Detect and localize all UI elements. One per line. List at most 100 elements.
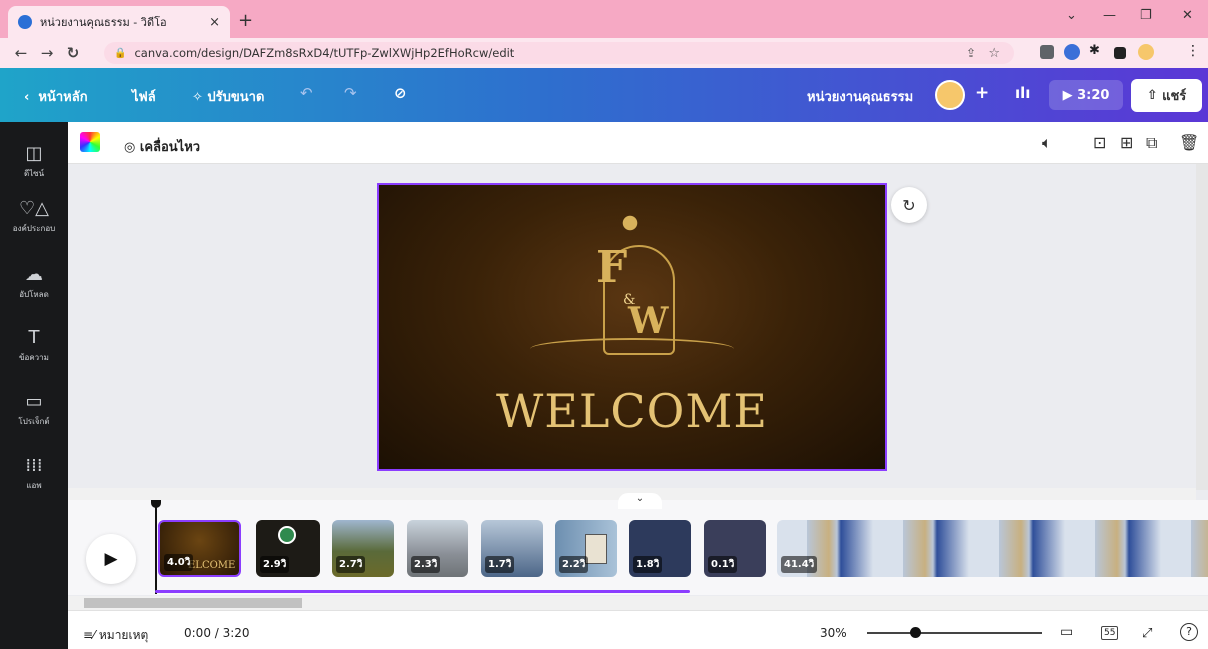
timeline-clip[interactable]: 2.9วิ <box>256 520 320 577</box>
clip-duration: 2.7วิ <box>336 556 366 573</box>
extensions-puzzle-icon[interactable]: ✱ <box>1089 43 1105 59</box>
browser-tab-strip: หน่วยงานคุณธรรม - วิดีโอ × + ⌄ — ❐ ✕ <box>0 0 1208 38</box>
zoom-slider-track[interactable] <box>867 632 1042 634</box>
clip-duration: 2.9วิ <box>260 556 290 573</box>
share-button[interactable]: ⇧ แชร์ <box>1131 79 1202 112</box>
timeline-scroll-thumb[interactable] <box>84 598 302 608</box>
clip-duration: 1.8วิ <box>633 556 663 573</box>
monogram-w: W <box>628 300 669 342</box>
element-toolbar <box>68 122 1208 164</box>
maximize-button[interactable]: ❐ <box>1140 8 1152 23</box>
add-collaborator-icon[interactable]: + <box>975 83 989 103</box>
clip-caption: ELCOME <box>188 560 236 571</box>
timeline-clip[interactable]: 1.7วิ <box>481 520 543 577</box>
back-arrow-icon[interactable]: ← <box>8 44 34 62</box>
play-triangle-icon: ▶ <box>1062 87 1078 103</box>
background-color-button[interactable] <box>80 132 100 152</box>
sidebar-item-design[interactable]: ◫ ดีไซน์ <box>0 144 68 180</box>
resize-button[interactable]: ✧ ปรับขนาด <box>192 86 264 107</box>
file-menu[interactable]: ไฟล์ <box>132 86 156 107</box>
lock-element-icon[interactable]: ⊡ <box>1093 133 1106 152</box>
sidebar-item-apps[interactable]: ⁞⁞⁞ แอพ <box>0 456 68 492</box>
zoom-percent[interactable]: 30% <box>820 626 847 640</box>
insights-chart-icon[interactable]: ılı <box>1015 84 1030 102</box>
share-page-icon[interactable]: ⇪ <box>966 46 976 60</box>
magic-refresh-button[interactable]: ↻ <box>891 187 927 223</box>
lock-icon: 🔒 <box>114 47 127 59</box>
sidebar-item-text[interactable]: T ข้อความ <box>0 328 68 364</box>
timeline-clip[interactable]: 41.4วิ <box>777 520 1208 577</box>
sidebar-item-uploads[interactable]: ☁ อัปโหลด <box>0 265 68 301</box>
ornament-crown <box>612 208 648 238</box>
elements-icon: ♡△ <box>19 198 49 219</box>
minimize-button[interactable]: — <box>1103 8 1116 23</box>
notes-button[interactable]: ≡⁄ หมายเหตุ <box>83 626 148 645</box>
clip-duration: 1.7วิ <box>485 556 515 573</box>
page-count-badge[interactable]: 55 <box>1101 626 1119 640</box>
tab-search-icon[interactable]: ⌄ <box>1066 8 1077 23</box>
monogram-f: F <box>596 242 628 293</box>
url-field[interactable]: 🔒 canva.com/design/DAFZm8sRxD4/tUTFp-Zwl… <box>104 42 1014 64</box>
timeline-clip[interactable]: 0.1วิ <box>704 520 766 577</box>
timeline-playhead[interactable] <box>151 500 161 594</box>
duplicate-page-icon[interactable]: ⧉ <box>1146 133 1157 153</box>
fullscreen-icon[interactable]: ⤢ <box>1142 626 1152 641</box>
canva-header: ‹ หน้าหลัก ไฟล์ ✧ ปรับขนาด ↶ ↷ ⊘ หน่วยงา… <box>0 68 1208 122</box>
forward-arrow-icon[interactable]: → <box>34 44 60 62</box>
new-tab-button[interactable]: + <box>238 10 253 31</box>
browser-tab[interactable]: หน่วยงานคุณธรรม - วิดีโอ × <box>8 6 230 38</box>
time-display: 0:00 / 3:20 <box>184 626 250 640</box>
clip-duration: 2.3วิ <box>411 556 441 573</box>
browser-menu-icon[interactable]: ⋮ <box>1186 43 1202 59</box>
undo-icon[interactable]: ↶ <box>300 84 313 102</box>
timeline-play-button[interactable]: ▶ <box>86 534 136 584</box>
saved-cloud-icon[interactable]: ⊘ <box>394 84 407 102</box>
clip-duration: 4.0วิ <box>164 554 194 571</box>
close-window-button[interactable]: ✕ <box>1182 8 1193 23</box>
folder-icon: ▭ <box>25 391 43 412</box>
timeline-clip[interactable]: 2.7วิ <box>332 520 394 577</box>
help-icon[interactable]: ? <box>1180 623 1198 641</box>
refresh-comment-icon: ↻ <box>902 195 916 215</box>
timeline-clip[interactable]: ELCOME 4.0วิ <box>158 520 241 577</box>
layout-icon: ◫ <box>25 143 43 164</box>
extension-globe-icon[interactable] <box>1064 44 1080 60</box>
play-icon: ▶ <box>104 549 118 569</box>
present-play-button[interactable]: ▶ 3:20 <box>1049 80 1123 110</box>
timeline-clip[interactable]: 1.8วิ <box>629 520 691 577</box>
side-panel-icon[interactable] <box>1114 47 1126 59</box>
welcome-text[interactable]: WELCOME <box>377 384 887 438</box>
page-view-icon[interactable]: ▭ <box>1060 624 1073 640</box>
upload-icon: ☁ <box>25 264 43 285</box>
clip-duration: 2.2วิ <box>559 556 589 573</box>
upload-share-icon: ⇧ <box>1146 88 1163 103</box>
sidebar-item-elements[interactable]: ♡△ องค์ประกอบ <box>0 199 68 235</box>
apps-icon: ⁞⁞⁞ <box>25 455 43 476</box>
reload-icon[interactable]: ↻ <box>60 44 86 62</box>
audio-track[interactable] <box>155 590 690 593</box>
sidebar-item-projects[interactable]: ▭ โปรเจ็กต์ <box>0 392 68 428</box>
redo-icon[interactable]: ↷ <box>344 84 357 102</box>
profile-avatar-icon[interactable] <box>1138 44 1154 60</box>
design-title[interactable]: หน่วยงานคุณธรรม <box>807 86 913 107</box>
canva-favicon-icon <box>18 15 32 29</box>
clip-duration: 41.4วิ <box>781 556 818 573</box>
user-avatar[interactable] <box>935 80 965 110</box>
collapse-timeline-button[interactable]: ⌄ <box>618 493 662 509</box>
address-bar-row: ← → ↻ 🔒 canva.com/design/DAFZm8sRxD4/tUT… <box>0 38 1208 68</box>
extension-icon[interactable] <box>1040 45 1054 59</box>
vertical-scrollbar[interactable] <box>1196 164 1208 490</box>
ornament-flourish <box>530 338 734 360</box>
timeline-clip[interactable]: 2.3วิ <box>407 520 468 577</box>
home-button[interactable]: ‹ หน้าหลัก <box>24 86 88 107</box>
animate-button[interactable]: ◎ เคลื่อนไหว <box>124 136 200 157</box>
add-page-icon[interactable]: ⊞ <box>1120 133 1133 152</box>
delete-page-icon[interactable]: 🗑︎ <box>1179 133 1199 152</box>
timeline-clip[interactable]: 2.2วิ <box>555 520 617 577</box>
zoom-slider-handle[interactable] <box>910 627 921 638</box>
volume-icon[interactable]: 🔈︎ <box>1042 133 1052 153</box>
tab-title: หน่วยงานคุณธรรม - วิดีโอ <box>40 16 167 29</box>
left-sidebar: ◫ ดีไซน์ ♡△ องค์ประกอบ ☁ อัปโหลด T ข้อคว… <box>0 122 68 649</box>
tab-close-icon[interactable]: × <box>209 15 220 30</box>
bookmark-star-icon[interactable]: ☆ <box>988 46 1000 61</box>
